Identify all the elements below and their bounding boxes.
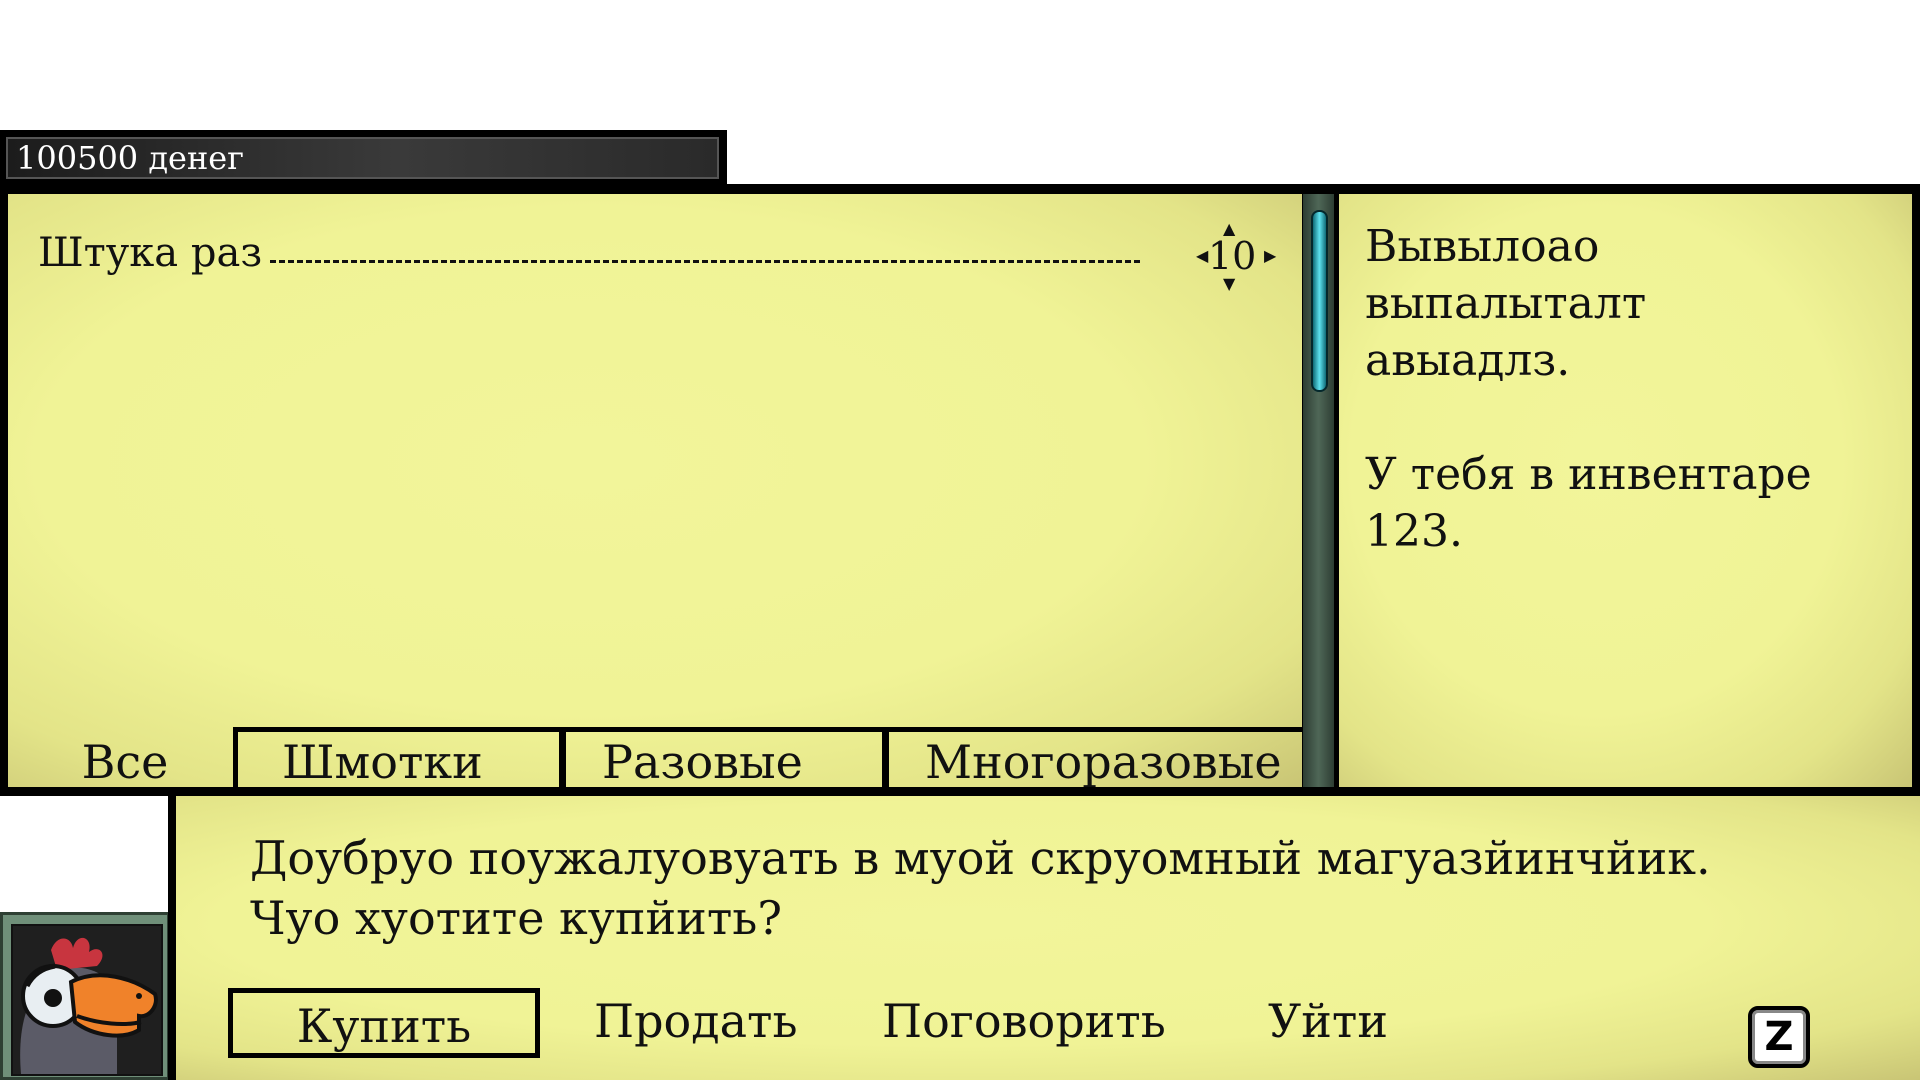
item-row[interactable]: Штука раз ▲ ◀ 10 ▶ ▼ [38,221,1276,292]
quantity-value: 10 [1208,234,1257,278]
leave-option[interactable]: Уйти [1268,988,1388,1058]
bird-merchant-icon [13,926,161,1074]
avatar [11,924,163,1076]
arrow-down-icon[interactable]: ▼ [1223,276,1235,292]
item-list: Штука раз ▲ ◀ 10 ▶ ▼ Все Шмотки Разовые … [8,194,1302,787]
quantity-stepper[interactable]: ▲ ◀ 10 ▶ ▼ [1190,221,1276,292]
z-key-icon[interactable]: Z [1748,1006,1810,1068]
arrow-left-icon[interactable]: ◀ [1196,248,1208,264]
category-tabs: Все Шмотки Разовые Многоразовые [16,727,1302,787]
item-description: Вывылоао выпалыталт авыадлз. У тебя в ин… [1339,194,1912,787]
tab-all[interactable]: Все [16,727,234,787]
dialog-line: Доубруо поужалуовуать в муой скруомный м… [250,831,1711,885]
npc-portrait [0,912,170,1080]
tab-reusables[interactable]: Многоразовые [882,727,1302,787]
dialog-line: Чуо хуотите купйить? [250,891,782,945]
dialog-box: Доубруо поужалуовуать в муой скруомный м… [168,796,1920,1080]
dialog-text: Доубруо поужалуовуать в муой скруомный м… [250,828,1711,948]
scrollbar[interactable] [1303,194,1334,787]
description-line: Вывылоао [1365,221,1600,272]
talk-option[interactable]: Поговорить [882,988,1166,1058]
dotted-leader [270,260,1140,263]
money-label: 100500 денег [6,137,719,179]
scrollbar-thumb[interactable] [1311,210,1328,392]
inventory-count: У тебя в инвентаре 123. [1365,449,1812,557]
sell-option[interactable]: Продать [594,988,798,1058]
item-name: Штука раз [38,230,263,276]
shop-window: Штука раз ▲ ◀ 10 ▶ ▼ Все Шмотки Разовые … [0,184,1920,796]
tab-consumables[interactable]: Разовые [559,727,889,787]
buy-option[interactable]: Купить [228,988,540,1058]
arrow-right-icon[interactable]: ▶ [1264,248,1276,264]
money-bar: 100500 денег [0,130,727,186]
description-line: выпалыталт [1365,278,1647,329]
description-line: авыадлз. [1365,335,1571,386]
tab-clothes[interactable]: Шмотки [233,727,566,787]
